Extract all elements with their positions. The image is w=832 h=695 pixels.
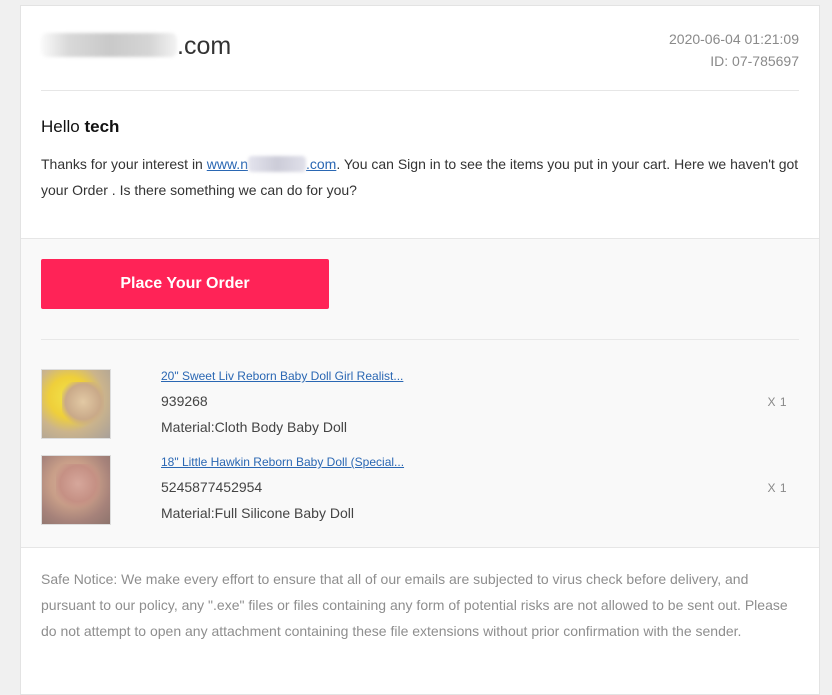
- order-section: Place Your Order 20" Sweet Liv Reborn Ba…: [21, 238, 819, 548]
- cart-item: 18" Little Hawkin Reborn Baby Doll (Spec…: [41, 455, 799, 527]
- cart-item: 20" Sweet Liv Reborn Baby Doll Girl Real…: [41, 369, 799, 441]
- message-part1: Thanks for your interest in: [41, 156, 207, 172]
- logo-redacted: [41, 33, 177, 57]
- product-quantity: X 1: [767, 395, 787, 409]
- email-id: ID: 07-785697: [710, 53, 799, 69]
- email-meta: 2020-06-04 01:21:09 ID: 07-785697: [669, 28, 799, 72]
- place-order-button[interactable]: Place Your Order: [41, 259, 329, 309]
- brand-logo[interactable]: .com: [41, 32, 231, 61]
- greeting-prefix: Hello: [41, 117, 80, 136]
- product-sku: 939268: [161, 393, 208, 409]
- divider: [41, 339, 799, 340]
- product-title-link[interactable]: 18" Little Hawkin Reborn Baby Doll (Spec…: [161, 455, 404, 469]
- link-redacted: [247, 156, 306, 172]
- product-thumbnail[interactable]: [41, 369, 111, 439]
- greeting: Hello tech: [21, 91, 819, 137]
- message-body: Thanks for your interest in www.n .com. Y…: [21, 137, 819, 203]
- product-sku: 5245877452954: [161, 479, 263, 495]
- email-header: .com 2020-06-04 01:21:09 ID: 07-785697: [41, 6, 799, 91]
- safe-notice: Safe Notice: We make every effort to ens…: [41, 571, 788, 639]
- product-quantity: X 1: [767, 481, 787, 495]
- product-title-link[interactable]: 20" Sweet Liv Reborn Baby Doll Girl Real…: [161, 369, 403, 383]
- logo-suffix: .com: [177, 32, 232, 60]
- product-material: Material:Cloth Body Baby Doll: [161, 419, 347, 435]
- email-card: .com 2020-06-04 01:21:09 ID: 07-785697 H…: [20, 5, 820, 695]
- product-material: Material:Full Silicone Baby Doll: [161, 505, 354, 521]
- site-link[interactable]: www.n .com: [207, 156, 336, 172]
- greeting-name: tech: [84, 117, 120, 136]
- timestamp: 2020-06-04 01:21:09: [669, 31, 799, 47]
- product-thumbnail[interactable]: [41, 455, 111, 525]
